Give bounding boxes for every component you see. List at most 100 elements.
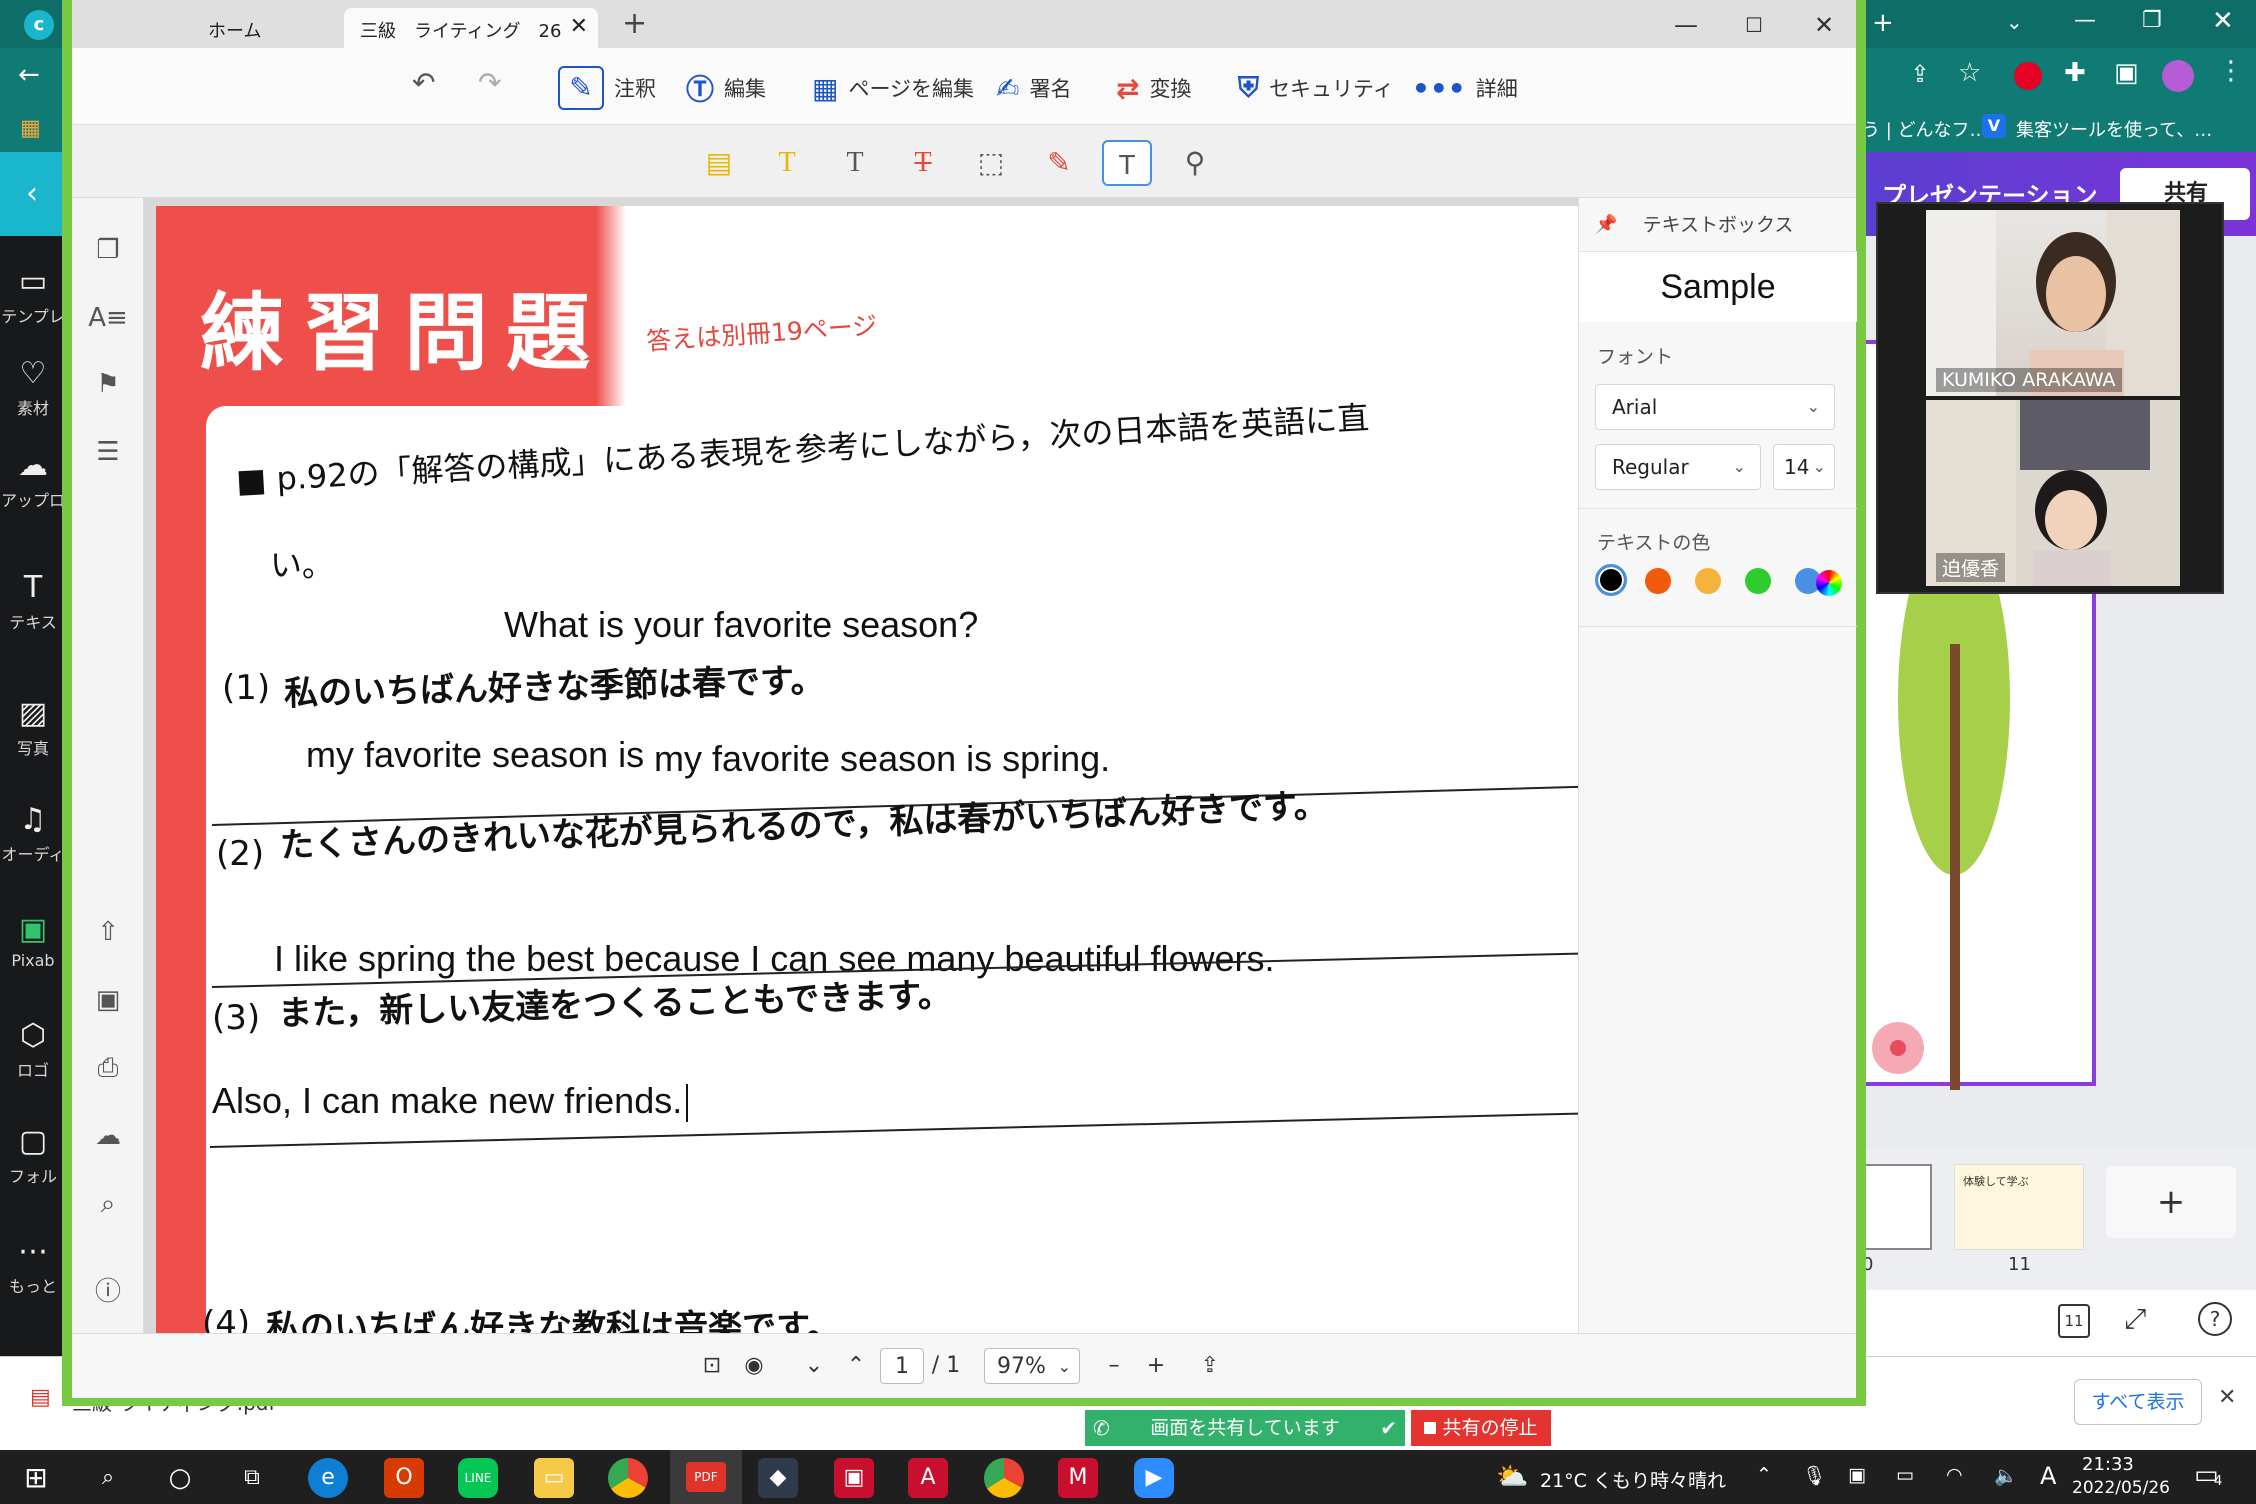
print-icon[interactable]: ⎙ — [86, 1046, 130, 1090]
undo-icon[interactable]: ↶ — [412, 66, 435, 99]
show-all-downloads-button[interactable]: すべて表示 — [2074, 1379, 2202, 1425]
sidebar-item-more[interactable]: ⋯ もっと — [0, 1234, 66, 1297]
apps-grid-icon[interactable]: ▦ — [20, 116, 41, 141]
maximize-icon[interactable]: ☐ — [1724, 8, 1784, 42]
sign-button[interactable]: ✍ 署名 — [996, 66, 1071, 110]
display-icon[interactable]: ▣ — [1848, 1464, 1866, 1486]
file-explorer-icon[interactable]: ▭ — [534, 1458, 574, 1498]
zoom-select[interactable]: 97% ⌄ — [984, 1348, 1080, 1384]
list-icon[interactable]: ☰ — [86, 430, 130, 474]
highlight-text-icon[interactable]: T — [762, 140, 812, 186]
acrobat-icon[interactable]: A — [908, 1458, 948, 1498]
export-icon[interactable]: ⇧ — [86, 910, 130, 954]
bookmark-star-icon[interactable]: ☆ — [1958, 60, 1981, 86]
sticky-note-icon[interactable]: ▤ — [694, 140, 744, 186]
chrome-menu-icon[interactable]: ⋮ — [2218, 58, 2244, 84]
search-icon[interactable]: ⌕ — [86, 1182, 130, 1226]
sidebar-item-elements[interactable]: ♡ 素材 — [0, 356, 66, 419]
strikethrough-icon[interactable]: T — [898, 140, 948, 186]
sidebar-item-audio[interactable]: ♫ オーディ — [0, 802, 66, 865]
weather-text[interactable]: 21°C くもり時々晴れ — [1540, 1466, 1726, 1493]
edit-button[interactable]: Ⓣ 編集 — [686, 66, 766, 110]
show-hidden-icons[interactable]: ⌃ — [1756, 1464, 1772, 1486]
color-swatch-yellow[interactable] — [1695, 568, 1721, 594]
document-viewport[interactable]: 練習問題 答えは別冊19ページ ■ p.92の「解答の構成」にある表現を参考にし… — [144, 198, 1578, 1333]
profile-avatar[interactable] — [2162, 60, 2194, 92]
chrome-icon[interactable] — [608, 1458, 648, 1498]
bookmark-item[interactable]: 集客ツールを使って、… — [2016, 116, 2212, 142]
chrome-profile-icon[interactable] — [984, 1458, 1024, 1498]
color-swatch-green[interactable] — [1745, 568, 1771, 594]
minimize-icon[interactable]: — — [1656, 8, 1716, 42]
document-page[interactable]: 練習問題 答えは別冊19ページ ■ p.92の「解答の構成」にある表現を参考にし… — [156, 206, 1578, 1333]
cloud-upload-icon[interactable]: ☁ — [86, 1114, 130, 1158]
task-view-icon[interactable]: ⧉ — [232, 1458, 272, 1498]
typed-text-box[interactable]: my favorite season is — [306, 734, 644, 776]
typed-text-box[interactable]: my favorite season is spring. — [654, 738, 1110, 780]
battery-icon[interactable]: ▭ — [1896, 1464, 1914, 1486]
close-window-icon[interactable]: ✕ — [1794, 8, 1854, 42]
more-button[interactable]: ••• 詳細 — [1412, 66, 1518, 110]
save-icon[interactable]: ▣ — [86, 978, 130, 1022]
color-swatch-black[interactable] — [1595, 564, 1627, 596]
share-page-icon[interactable]: ⇪ — [1910, 62, 1930, 86]
add-slide-button[interactable]: + — [2106, 1166, 2236, 1238]
help-icon[interactable]: ? — [2198, 1302, 2232, 1336]
tab-document[interactable]: 三級 ライティング 26日… ✕ — [344, 8, 598, 68]
slide-thumbnail[interactable] — [1862, 1164, 1932, 1250]
bookmark-item[interactable]: う | どんなフ… — [1862, 116, 1988, 142]
font-family-select[interactable]: Arial ⌄ — [1595, 384, 1835, 430]
video-tile[interactable]: 迫優香 — [1926, 400, 2180, 586]
typed-text-box-active[interactable]: Also, I can make new friends. — [212, 1080, 689, 1123]
sidebar-item-photos[interactable]: ▨ 写真 — [0, 696, 66, 759]
office-icon[interactable]: O — [384, 1458, 424, 1498]
sidebar-item-text[interactable]: T テキス — [0, 570, 66, 633]
stamp-icon[interactable]: ⚲ — [1170, 140, 1220, 186]
tab-search-icon[interactable]: ⌄ — [2006, 12, 2023, 32]
microphone-icon[interactable]: 🎙 — [1802, 1464, 1826, 1487]
close-icon[interactable]: ✕ — [2212, 8, 2234, 34]
view-mode-icon[interactable]: ◉ — [736, 1348, 772, 1384]
freehand-pen-icon[interactable]: ✎ — [1034, 140, 1084, 186]
canva-favicon[interactable]: c — [24, 10, 54, 40]
underline-text-icon[interactable]: T — [830, 140, 880, 186]
presentation-icon[interactable]: ⇪ — [1192, 1348, 1228, 1384]
extensions-icon[interactable]: ✚ — [2064, 60, 2086, 86]
text-panel-icon[interactable]: A≡ — [86, 296, 130, 340]
search-icon[interactable]: ⌕ — [88, 1458, 128, 1498]
text-box-icon[interactable]: T — [1102, 140, 1152, 186]
windows-start-icon[interactable]: ⊞ — [16, 1458, 56, 1498]
sidebar-item-pixabay[interactable]: ▣ Pixab — [0, 912, 66, 970]
ime-indicator[interactable]: A — [2040, 1462, 2056, 1490]
fit-page-icon[interactable]: ⊡ — [694, 1348, 730, 1384]
grid-view-button[interactable]: 11 — [2058, 1304, 2090, 1338]
page-number-input[interactable]: 1 — [880, 1348, 924, 1384]
pin-icon[interactable]: 📌 — [1595, 198, 1617, 252]
app-icon[interactable]: ◆ — [758, 1458, 798, 1498]
security-app-icon[interactable]: ▣ — [834, 1458, 874, 1498]
help-icon[interactable]: ⓘ — [86, 1270, 130, 1314]
minimize-icon[interactable]: — — [2074, 10, 2096, 32]
restore-icon[interactable]: ❐ — [2142, 10, 2162, 32]
line-icon[interactable]: LINE — [458, 1458, 498, 1498]
pages-panel-icon[interactable]: ❐ — [86, 228, 130, 272]
previous-page-icon[interactable]: ⌃ — [838, 1348, 874, 1384]
clock-date[interactable]: 2022/05/26 — [2072, 1478, 2170, 1498]
close-download-bar-icon[interactable]: ✕ — [2218, 1385, 2236, 1410]
sidebar-item-logos[interactable]: ⬡ ロゴ — [0, 1018, 66, 1081]
convert-button[interactable]: ⇄ 変換 — [1116, 66, 1191, 110]
taskbar-active-app[interactable]: PDF — [670, 1450, 742, 1504]
color-swatch-orange[interactable] — [1645, 568, 1671, 594]
next-page-icon[interactable]: ⌄ — [796, 1348, 832, 1384]
volume-icon[interactable]: 🔈 — [1994, 1464, 2018, 1487]
tab-home[interactable]: ホーム — [192, 8, 277, 48]
security-button[interactable]: ⛨ セキュリティ — [1238, 66, 1394, 110]
edge-icon[interactable]: e — [308, 1458, 348, 1498]
close-tab-icon[interactable]: ✕ — [570, 14, 588, 39]
weather-icon[interactable]: ⛅ — [1496, 1462, 1528, 1492]
back-icon[interactable]: ← — [18, 62, 40, 88]
zoom-in-icon[interactable]: + — [1138, 1348, 1174, 1384]
fullscreen-icon[interactable]: ⤢ — [2124, 1302, 2146, 1336]
video-tile[interactable]: KUMIKO ARAKAWA — [1926, 210, 2180, 396]
sidebar-item-folders[interactable]: ▢ フォル — [0, 1124, 66, 1187]
